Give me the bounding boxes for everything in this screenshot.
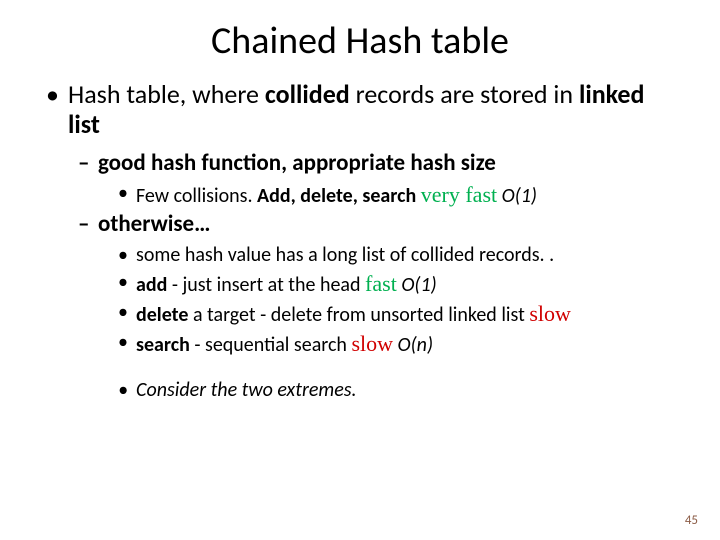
text-bold: Add, delete, search — [257, 184, 421, 208]
bullet-level2: otherwise… — [78, 211, 680, 239]
text-bold: delete — [136, 303, 193, 327]
text-bold: search — [136, 333, 194, 357]
text-red: slow — [529, 301, 571, 326]
text: some hash value has a long list of colli… — [136, 243, 554, 267]
text: otherwise… — [98, 210, 210, 238]
bullet-level1: Hash table, where collided records are s… — [46, 80, 680, 140]
slide-content: Chained Hash table Hash table, where col… — [0, 0, 720, 403]
text: - sequential search — [194, 333, 351, 357]
text-green: very fast — [421, 182, 497, 207]
text-bold: add — [136, 273, 172, 297]
bullet-level2: good hash function, appropriate hash siz… — [78, 150, 680, 178]
slide-title: Chained Hash table — [40, 18, 680, 64]
text: good hash function, appropriate hash siz… — [98, 149, 496, 177]
bullet-level3: search - sequential search slow O(n) — [118, 330, 680, 358]
bullet-level3: Few collisions. Add, delete, search very… — [118, 181, 680, 209]
bullet-level3: Consider the two extremes. — [118, 378, 680, 403]
text: - just insert at the head — [172, 273, 365, 297]
page-number: 45 — [685, 513, 698, 528]
bullet-level3: add - just insert at the head fast O(1) — [118, 270, 680, 298]
text-green: fast — [365, 271, 397, 296]
text-italic: O(n) — [393, 333, 433, 357]
text-bold: collided — [265, 78, 350, 110]
spacer — [40, 360, 680, 378]
text: Consider the two extremes. — [136, 378, 357, 402]
text: records are stored in — [350, 78, 579, 110]
bullet-level3: some hash value has a long list of colli… — [118, 243, 680, 268]
text: a target - delete from unsorted linked l… — [193, 303, 529, 327]
text-italic: O(1) — [497, 184, 537, 208]
bullet-level3: delete a target - delete from unsorted l… — [118, 300, 680, 328]
text-red: slow — [351, 331, 393, 356]
text-italic: O(1) — [397, 273, 437, 297]
text: Hash table, where — [68, 78, 265, 110]
text: Few collisions. — [136, 184, 257, 208]
